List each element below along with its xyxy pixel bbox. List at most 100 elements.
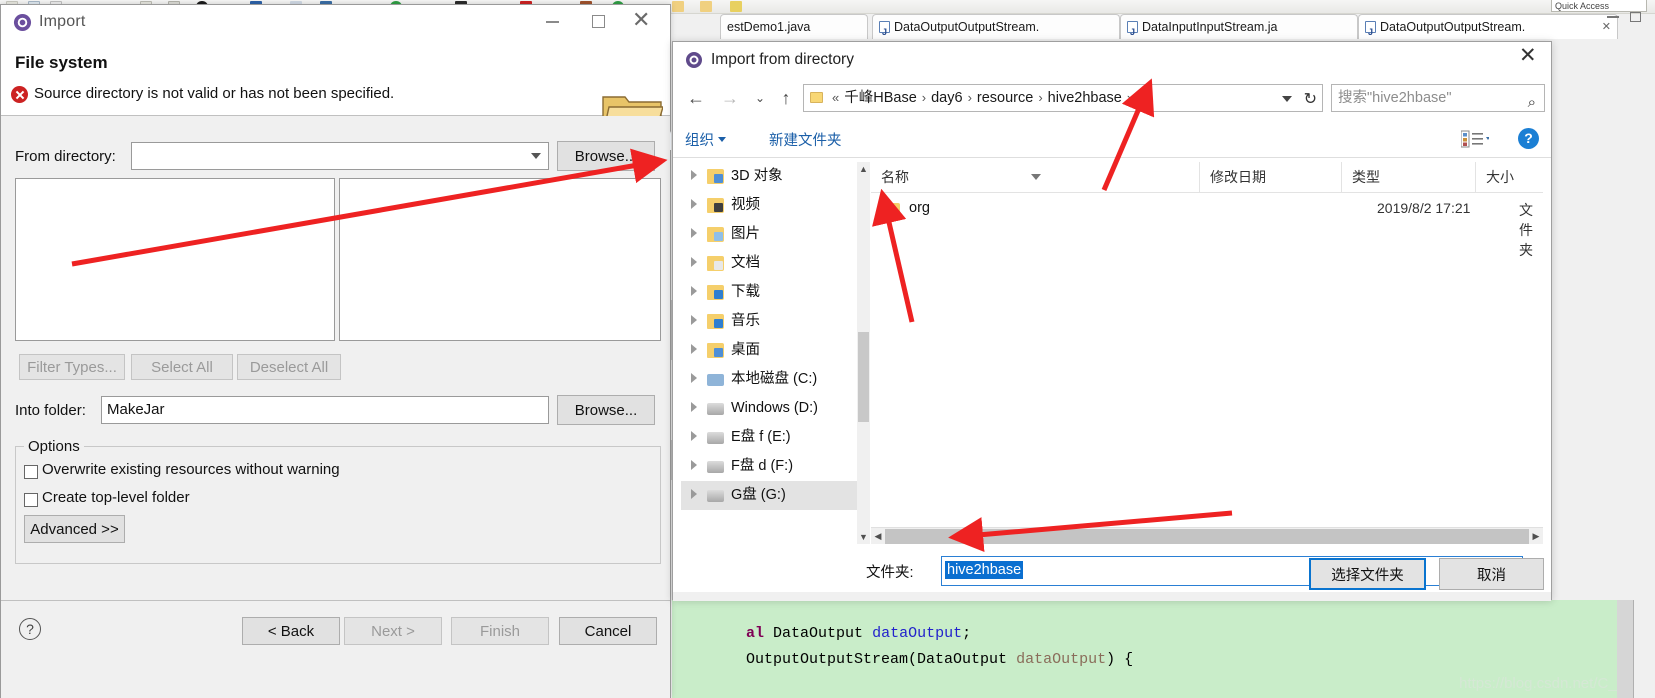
new-folder-button[interactable]: 新建文件夹 [769, 129, 842, 150]
toolbar-icon-folder3[interactable] [700, 1, 712, 12]
file-list-hscrollbar[interactable]: ◀ ▶ [871, 527, 1543, 544]
tree-item-5[interactable]: 音乐 [681, 307, 857, 336]
organize-button[interactable]: 组织 [685, 129, 726, 150]
source-tree-listbox[interactable] [15, 178, 335, 341]
chevron-right-icon[interactable] [691, 228, 697, 238]
next-button[interactable]: Next > [344, 617, 442, 645]
editor-maximize-icon[interactable] [1630, 12, 1641, 22]
editor-tab-1[interactable]: DataOutputOutputStream. [872, 14, 1120, 39]
from-directory-combo[interactable] [131, 142, 549, 170]
deselect-all-button[interactable]: Deselect All [237, 354, 341, 380]
scroll-down-icon[interactable]: ▼ [857, 530, 870, 544]
editor-tab-3[interactable]: DataOutputOutputStream. ✕ [1358, 14, 1618, 39]
from-directory-browse-button[interactable]: Browse... [557, 141, 655, 171]
hscroll-thumb[interactable] [885, 529, 1529, 544]
nav-recent-icon[interactable]: ⌄ [747, 86, 773, 112]
scroll-right-icon[interactable]: ▶ [1529, 528, 1543, 545]
chevron-down-icon[interactable] [531, 153, 541, 159]
overwrite-checkbox[interactable] [24, 465, 38, 479]
scroll-thumb[interactable] [858, 332, 869, 422]
tree-item-1[interactable]: 视频 [681, 191, 857, 220]
column-header-size[interactable]: 大小 [1475, 162, 1543, 192]
breadcrumb-item-2[interactable]: resource [977, 90, 1033, 106]
tree-item-9[interactable]: E盘 f (E:) [681, 423, 857, 452]
chevron-right-icon[interactable] [691, 344, 697, 354]
chevron-right-icon[interactable] [691, 170, 697, 180]
into-folder-browse-button[interactable]: Browse... [557, 395, 655, 425]
search-icon[interactable]: ⌕ [1528, 90, 1536, 111]
source-files-listbox[interactable] [339, 178, 661, 341]
toolbar-icon-misc[interactable] [730, 1, 742, 12]
into-folder-input[interactable]: MakeJar [101, 396, 549, 424]
folder-icon [883, 203, 900, 218]
breadcrumb[interactable]: « 千峰HBase › day6 › resource › hive2hbase › [803, 84, 1323, 112]
chevron-right-icon[interactable] [691, 460, 697, 470]
column-header-name[interactable]: 名称 [871, 162, 1199, 192]
nav-forward-icon[interactable]: → [717, 86, 743, 112]
breadcrumb-item-3[interactable]: hive2hbase [1048, 90, 1122, 106]
cancel-button[interactable]: 取消 [1439, 558, 1544, 590]
back-button[interactable]: < Back [242, 617, 340, 645]
code-scrollbar[interactable] [1617, 600, 1633, 698]
nav-up-icon[interactable]: ↑ [773, 86, 799, 112]
tree-item-4[interactable]: 下载 [681, 278, 857, 307]
tree-item-6[interactable]: 桌面 [681, 336, 857, 365]
import-maximize-button[interactable] [576, 5, 622, 35]
tree-item-2[interactable]: 图片 [681, 220, 857, 249]
view-options-icon[interactable] [1461, 130, 1489, 148]
tab-close-icon[interactable]: ✕ [1602, 15, 1611, 39]
tree-scrollbar[interactable]: ▲ ▼ [857, 162, 870, 544]
refresh-icon[interactable]: ↻ [1304, 89, 1317, 109]
scroll-up-icon[interactable]: ▲ [857, 162, 870, 176]
navigation-tree[interactable]: 3D 对象 视频 图片 文档 下载 音乐 桌面 本地磁盘 (C:) Window… [681, 162, 857, 544]
quick-access-field[interactable]: Quick Access [1551, 0, 1647, 12]
scroll-left-icon[interactable]: ◀ [871, 528, 885, 545]
help-icon[interactable]: ? [1518, 128, 1539, 149]
create-top-level-checkbox[interactable] [24, 493, 38, 507]
editor-tab-2[interactable]: DataInputInputStream.ja [1120, 14, 1358, 39]
folder-name-input[interactable]: hive2hbase [941, 556, 1523, 586]
tree-item-label: 图片 [731, 226, 760, 242]
select-all-button[interactable]: Select All [131, 354, 233, 380]
disk-icon [707, 432, 724, 444]
breadcrumb-item-0[interactable]: 千峰HBase [844, 90, 917, 106]
tree-item-10[interactable]: F盘 d (F:) [681, 452, 857, 481]
file-dialog-close-button[interactable]: ✕ [1505, 42, 1551, 72]
tree-item-label: 桌面 [731, 342, 760, 358]
chevron-right-icon[interactable] [691, 199, 697, 209]
tree-item-3[interactable]: 文档 [681, 249, 857, 278]
file-list-pane[interactable]: 名称 修改日期 类型 大小 org 2019/8/2 17:21 文件夹 [871, 162, 1543, 527]
chevron-right-icon[interactable] [691, 402, 697, 412]
tree-item-0[interactable]: 3D 对象 [681, 162, 857, 191]
help-icon[interactable]: ? [19, 618, 41, 640]
chevron-right-icon[interactable] [691, 373, 697, 383]
chevron-right-icon[interactable] [691, 286, 697, 296]
search-input[interactable]: 搜索"hive2hbase" ⌕ [1331, 84, 1545, 112]
nav-back-icon[interactable]: ← [683, 86, 709, 112]
filter-types-button[interactable]: Filter Types... [19, 354, 125, 380]
chevron-right-icon[interactable] [691, 315, 697, 325]
code-editor-area[interactable]: al DataOutput dataOutput; OutputOutputSt… [672, 600, 1655, 698]
tree-item-11[interactable]: G盘 (G:) [681, 481, 857, 510]
finish-button[interactable]: Finish [451, 617, 549, 645]
tree-item-7[interactable]: 本地磁盘 (C:) [681, 365, 857, 394]
breadcrumb-item-1[interactable]: day6 [931, 90, 962, 106]
import-close-button[interactable]: ✕ [622, 5, 668, 35]
editor-tab-0[interactable]: estDemo1.java [720, 14, 868, 39]
import-minimize-button[interactable] [530, 5, 576, 35]
table-row[interactable]: org 2019/8/2 17:21 文件夹 [871, 196, 1543, 258]
column-header-date[interactable]: 修改日期 [1199, 162, 1341, 192]
tree-item-label: 文档 [731, 255, 760, 271]
advanced-button[interactable]: Advanced >> [24, 515, 125, 543]
tree-item-8[interactable]: Windows (D:) [681, 394, 857, 423]
chevron-right-icon[interactable] [691, 257, 697, 267]
editor-minimize-icon[interactable] [1607, 16, 1619, 18]
column-header-type[interactable]: 类型 [1341, 162, 1475, 192]
toolbar-icon-folder2[interactable] [672, 1, 684, 12]
select-folder-button[interactable]: 选择文件夹 [1309, 558, 1426, 590]
chevron-right-icon[interactable] [691, 431, 697, 441]
breadcrumb-dropdown-icon[interactable] [1282, 96, 1292, 102]
cancel-button[interactable]: Cancel [559, 617, 657, 645]
chevron-right-icon[interactable] [691, 489, 697, 499]
overwrite-label: Overwrite existing resources without war… [42, 461, 340, 478]
